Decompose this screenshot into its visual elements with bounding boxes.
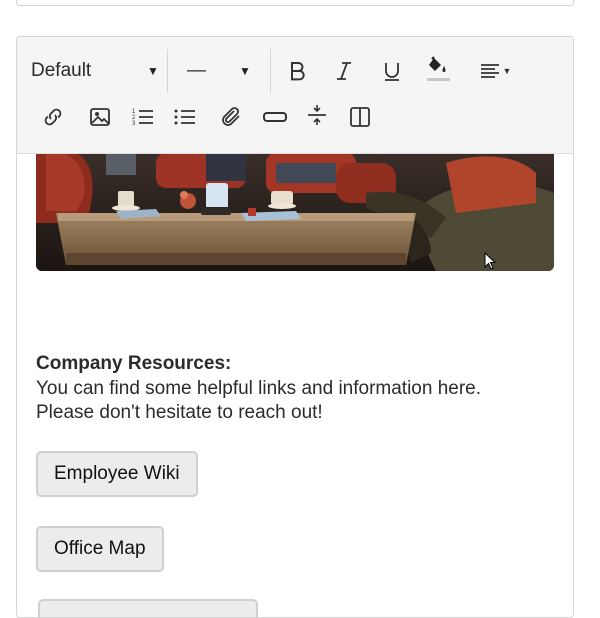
mouse-pointer-icon [484, 252, 497, 270]
paragraph-line: You can find some helpful links and info… [36, 378, 482, 399]
bold-icon [291, 62, 305, 81]
rich-text-editor[interactable]: Default ▼ — ▼ ▼ 1 2 3 Company Resources:… [16, 36, 574, 618]
divider-icon [308, 105, 326, 125]
underline-icon [385, 63, 399, 81]
chevron-down-icon: ▼ [147, 64, 159, 78]
fill-color-button[interactable] [424, 55, 454, 85]
cafe-scene-image [36, 153, 554, 271]
font-size-value: — [187, 60, 206, 81]
svg-text:3: 3 [132, 121, 136, 127]
embedded-photo[interactable] [36, 153, 554, 271]
unordered-list-button[interactable] [170, 102, 200, 132]
toolbar-divider [270, 49, 271, 93]
align-button[interactable]: ▼ [475, 56, 515, 86]
partial-button[interactable] [38, 599, 258, 617]
button-insert-button[interactable] [260, 102, 290, 132]
section-heading: Company Resources: [36, 353, 232, 374]
font-family-select[interactable]: Default ▼ [31, 51, 161, 91]
link-icon [44, 108, 62, 126]
columns-icon [350, 107, 370, 127]
link-button[interactable] [38, 102, 68, 132]
align-icon [480, 64, 499, 78]
italic-icon [337, 62, 351, 80]
button-icon [263, 112, 287, 122]
bold-button[interactable] [282, 56, 312, 86]
previous-field[interactable] [16, 0, 574, 6]
ordered-list-icon: 1 2 3 [132, 109, 153, 127]
font-family-value: Default [31, 60, 92, 81]
editor-content[interactable]: Company Resources: You can find some hel… [17, 153, 573, 617]
toolbar-divider [167, 49, 168, 93]
image-icon [90, 108, 110, 126]
section-paragraph: You can find some helpful links and info… [36, 377, 556, 425]
columns-button[interactable] [345, 102, 375, 132]
office-map-button[interactable]: Office Map [36, 526, 164, 572]
paragraph-line: Please don't hesitate to reach out! [36, 402, 323, 423]
attachment-icon [222, 107, 240, 126]
editor-toolbar: Default ▼ — ▼ ▼ 1 2 3 [17, 37, 573, 154]
attachment-button[interactable] [217, 102, 247, 132]
divider-button[interactable] [302, 100, 332, 130]
image-button[interactable] [85, 102, 115, 132]
unordered-list-icon [174, 109, 195, 125]
underline-button[interactable] [377, 56, 407, 86]
font-size-select[interactable]: — ▼ [187, 51, 271, 91]
fill-color-icon [427, 56, 450, 81]
chevron-down-icon: ▼ [502, 66, 512, 76]
ordered-list-button[interactable]: 1 2 3 [128, 102, 158, 132]
employee-wiki-button[interactable]: Employee Wiki [36, 451, 198, 497]
chevron-down-icon: ▼ [239, 64, 251, 78]
italic-button[interactable] [329, 56, 359, 86]
